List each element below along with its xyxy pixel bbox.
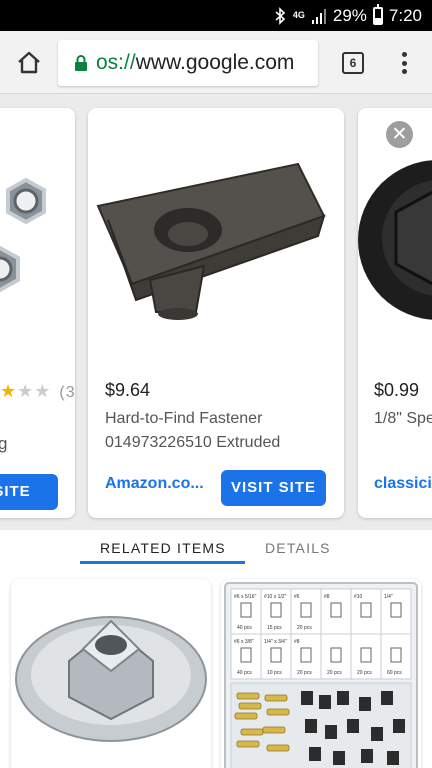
overflow-menu-icon[interactable]: [398, 49, 410, 77]
product-price: $0.99: [374, 380, 420, 400]
bluetooth-icon: [275, 6, 286, 25]
active-tab-indicator: [80, 561, 245, 564]
product-source-link[interactable]: classicin: [374, 475, 432, 493]
organizer-size-label: 1/4": [384, 594, 393, 600]
signal-icon: [311, 8, 326, 24]
assortment-kit-thumbnail: #6 x 5/16" 40 pcs #10 x 1/2" 15 pcs #6 20 pcs…: [224, 582, 418, 768]
lock-icon: [75, 55, 87, 71]
product-source-link[interactable]: Amazon.co...: [105, 475, 204, 493]
rating-count: (3): [59, 384, 75, 401]
related-section: RELATED ITEMS DETAILS #6 x 5/16" 40 pcs #1…: [0, 530, 432, 768]
product-title-line2[interactable]: 014973226510 Extruded: [105, 434, 280, 452]
organizer-size-label: #10: [354, 594, 363, 600]
organizer-count-label: 15 pcs: [267, 625, 282, 631]
product-card-right[interactable]: $0.99 1/8" Spe classicin: [358, 108, 432, 518]
speed-nut-image: [96, 162, 326, 320]
status-bar: 4G 29% 7:20: [0, 0, 432, 31]
star-rating: ★★★ (3): [0, 381, 75, 402]
related-item-card[interactable]: #6 x 5/16" 40 pcs #10 x 1/2" 15 pcs #6 20 pcs…: [221, 579, 421, 768]
organizer-size-label: #8: [294, 639, 300, 645]
url-scheme: os://: [96, 51, 136, 74]
page: 4G 29% 7:20 os://www.google.com 6 ★★★ (3…: [0, 0, 432, 768]
visit-site-button[interactable]: T SITE: [0, 474, 58, 510]
organizer-count-label: 60 pcs: [387, 670, 402, 676]
tab-switcher-button[interactable]: 6: [342, 52, 364, 74]
organizer-count-label: 40 pcs: [237, 625, 252, 631]
organizer-count-label: 20 pcs: [357, 670, 372, 676]
visit-site-button[interactable]: VISIT SITE: [221, 470, 326, 506]
organizer-size-label: #6: [294, 594, 300, 600]
organizer-size-label: #6 x 5/16": [234, 594, 257, 600]
organizer-size-label: 1/4" x 3/4": [264, 639, 287, 645]
product-title-line1[interactable]: Hard-to-Find Fastener: [105, 410, 262, 428]
battery-icon: [372, 3, 383, 25]
flange-nut-image: [358, 160, 432, 320]
organizer-count-label: 40 pcs: [237, 670, 252, 676]
organizer-count-label: 10 pcs: [267, 670, 282, 676]
organizer-size-label: #6 x 3/8": [234, 639, 254, 645]
organizer-count-label: 20 pcs: [297, 670, 312, 676]
product-price: $9.64: [105, 380, 151, 400]
product-card-left[interactable]: ★★★ (3) g T SITE: [0, 108, 75, 518]
product-card[interactable]: $9.64 Hard-to-Find Fastener 014973226510…: [88, 108, 344, 518]
clock: 7:20: [388, 5, 422, 25]
home-icon[interactable]: [16, 50, 42, 74]
organizer-size-label: #10 x 1/2": [264, 594, 287, 600]
url-text: os://www.google.com: [96, 51, 294, 75]
organizer-size-label: #8: [324, 594, 330, 600]
organizer-count-label: 20 pcs: [297, 625, 312, 631]
product-title[interactable]: 1/8" Spe: [374, 410, 432, 428]
tab-related-items[interactable]: RELATED ITEMS: [100, 540, 226, 556]
left-card-title: g: [0, 434, 8, 453]
tab-details[interactable]: DETAILS: [265, 540, 331, 556]
url-host: www.google.com: [135, 51, 295, 74]
address-bar[interactable]: os://www.google.com: [58, 40, 318, 86]
battery-percent: 29%: [332, 5, 367, 25]
related-item-card[interactable]: [11, 579, 211, 768]
hex-nut-image: [0, 177, 46, 293]
flange-nut-thumbnail: [15, 616, 207, 742]
network-type-label: 4G: [292, 10, 305, 20]
browser-toolbar: os://www.google.com 6: [0, 31, 432, 94]
organizer-count-label: 20 pcs: [327, 670, 342, 676]
close-icon[interactable]: ✕: [386, 121, 413, 148]
